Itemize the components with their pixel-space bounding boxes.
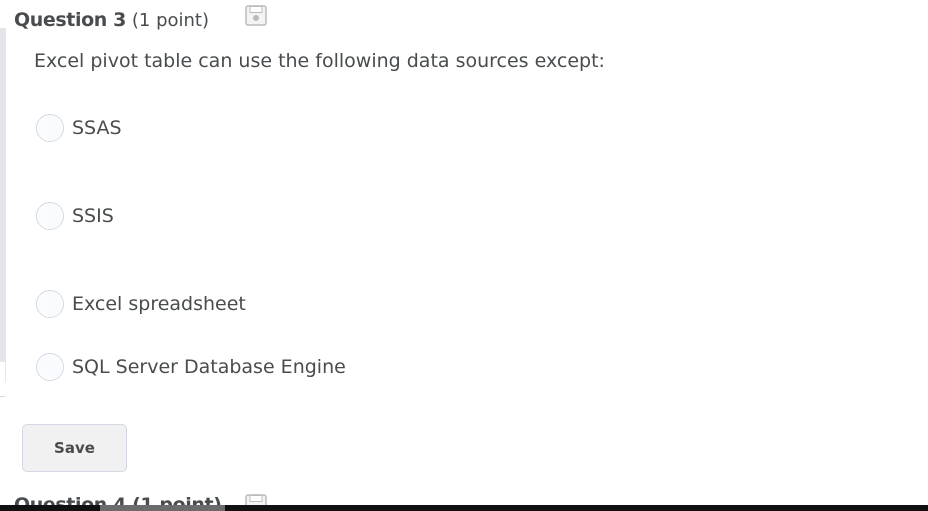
option-excel-spreadsheet[interactable]: Excel spreadsheet: [36, 289, 246, 319]
option-sql-server-database-engine[interactable]: SQL Server Database Engine: [36, 352, 346, 382]
quiz-page: Question 3 (1 point) Excel pivot table c…: [0, 0, 928, 511]
radio-button[interactable]: [36, 290, 64, 318]
option-ssis[interactable]: SSIS: [36, 201, 114, 231]
radio-button[interactable]: [36, 202, 64, 230]
question-points: (1 point): [131, 9, 210, 31]
question-header: Question 3 (1 point): [14, 6, 209, 34]
radio-button[interactable]: [36, 114, 64, 142]
save-disk-icon[interactable]: [245, 5, 267, 26]
question-left-border-end: [0, 362, 6, 382]
option-label: SSIS: [72, 205, 114, 227]
question-divider: [0, 396, 5, 397]
option-ssas[interactable]: SSAS: [36, 113, 122, 143]
bottom-bar-segment: [100, 505, 225, 511]
question-left-border: [0, 28, 6, 362]
question-title: Question 3: [14, 9, 126, 31]
option-label: Excel spreadsheet: [72, 293, 246, 315]
option-label: SQL Server Database Engine: [72, 356, 346, 378]
save-button[interactable]: Save: [22, 424, 127, 472]
question-text: Excel pivot table can use the following …: [34, 50, 605, 72]
option-label: SSAS: [72, 117, 122, 139]
radio-button[interactable]: [36, 353, 64, 381]
